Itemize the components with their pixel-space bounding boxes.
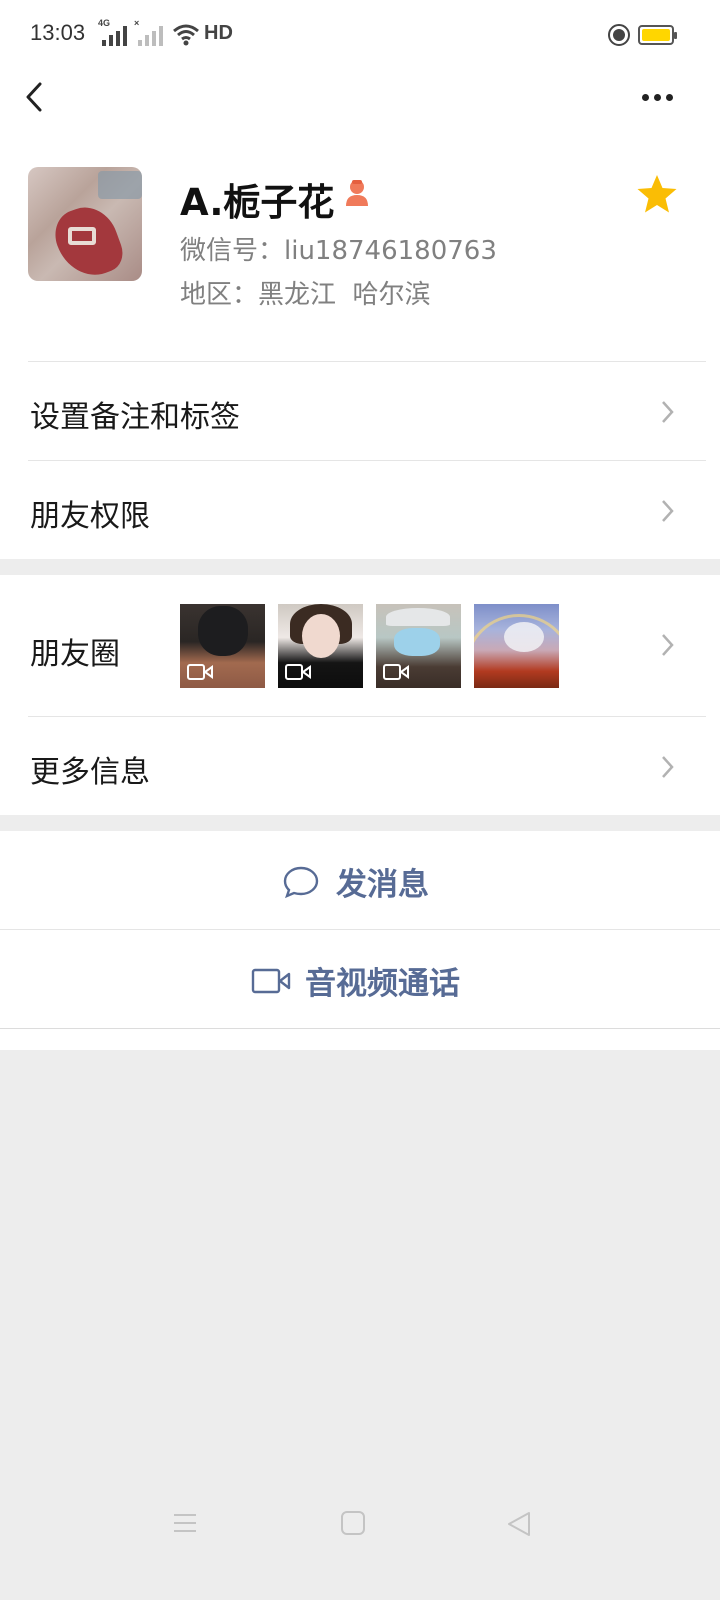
video-call-button[interactable]: 音视频通话 (0, 930, 720, 1028)
star-icon[interactable] (636, 174, 678, 214)
moments-thumbnail[interactable] (278, 604, 363, 688)
moments-thumbnail[interactable] (180, 604, 265, 688)
video-icon (285, 664, 311, 680)
chevron-right-icon (662, 756, 674, 778)
video-icon (383, 664, 409, 680)
video-camera-icon (251, 968, 291, 993)
chevron-right-icon (662, 401, 674, 423)
more-info-label: 更多信息 (30, 755, 150, 790)
back-button[interactable] (18, 74, 58, 120)
avatar[interactable] (28, 167, 142, 281)
section-gap (0, 559, 720, 575)
wifi-icon (173, 24, 199, 46)
video-icon (187, 664, 213, 680)
back-triangle-icon[interactable] (506, 1510, 532, 1538)
set-remarks-label: 设置备注和标签 (30, 400, 240, 435)
chevron-right-icon (662, 500, 674, 522)
moments-thumbnail[interactable] (474, 604, 559, 688)
chevron-left-icon (26, 82, 42, 112)
moments-label: 朋友圈 (30, 637, 120, 672)
send-message-button[interactable]: 发消息 (0, 831, 720, 929)
profile-name: A.栀子花 (180, 181, 335, 224)
chevron-right-icon (662, 634, 674, 656)
section-gap (0, 815, 720, 831)
status-time: 13:03 (30, 20, 86, 45)
chat-bubble-icon (283, 866, 319, 898)
screen-record-icon (608, 24, 630, 46)
more-options-button[interactable] (632, 80, 682, 114)
wechat-id: 微信号：liu18746180763 (180, 236, 497, 266)
female-icon (346, 180, 368, 206)
battery-icon (638, 25, 677, 45)
region: 地区：黑龙江 哈尔滨 (180, 280, 431, 310)
status-bar: 13:03 4G × HD (0, 0, 720, 72)
send-message-label: 发消息 (336, 867, 429, 903)
friend-permissions-label: 朋友权限 (30, 499, 150, 534)
friend-permissions-row[interactable]: 朋友权限 (0, 461, 720, 559)
menu-icon[interactable] (172, 1510, 198, 1536)
video-call-label: 音视频通话 (305, 966, 460, 1002)
hd-icon: HD (204, 22, 233, 44)
divider (0, 1028, 720, 1029)
set-remarks-row[interactable]: 设置备注和标签 (0, 362, 720, 460)
home-icon[interactable] (340, 1510, 366, 1536)
moments-thumbnail[interactable] (376, 604, 461, 688)
more-info-row[interactable]: 更多信息 (0, 717, 720, 815)
